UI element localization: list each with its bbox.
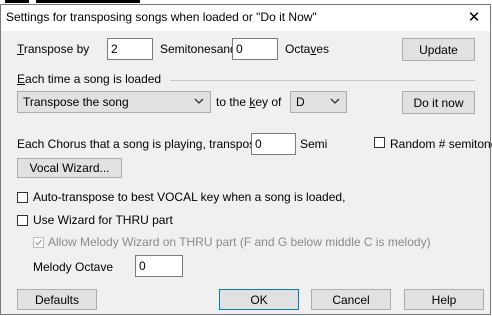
melody-octave-input[interactable] [135,255,183,277]
key-select[interactable]: D [290,91,347,113]
random-semitones-label: Random # semitones [390,137,492,151]
on-load-group-label: Each time a song is loaded [17,72,162,86]
melody-octave-label: Melody Octave [33,260,114,274]
auto-transpose-label: Auto-transpose to best VOCAL key when a … [33,190,346,204]
checkmark-icon [35,239,42,246]
chorus-transpose-label: Each Chorus that a song is playing, tran… [17,137,278,151]
strip-segment [36,0,140,3]
defaults-button[interactable]: Defaults [17,289,97,310]
chevron-down-icon [194,98,204,104]
strip-segment [5,0,29,3]
chorus-unit-label: Semi [300,137,328,151]
use-wizard-label: Use Wizard for THRU part [33,213,173,227]
load-action-value: Transpose the song [23,95,129,109]
cancel-button[interactable]: Cancel [311,289,391,310]
chorus-transpose-input[interactable] [251,133,296,155]
vocal-wizard-button[interactable]: Vocal Wizard... [17,158,122,178]
octaves-label: Octaves [285,42,330,56]
update-button[interactable]: Update [402,38,475,61]
semitones-label: Semitonesand [160,42,237,56]
to-key-label: to the key of [216,95,282,109]
transpose-semitones-input[interactable] [107,38,153,60]
close-icon[interactable]: ✕ [458,5,490,31]
allow-melody-label: Allow Melody Wizard on THRU part (F and … [48,235,431,249]
random-semitones-checkbox[interactable] [374,137,385,148]
key-value: D [296,95,305,109]
auto-transpose-checkbox[interactable] [17,192,28,203]
group-divider [170,80,475,81]
transpose-by-label: Transpose by [17,42,90,56]
do-it-now-button[interactable]: Do it now [402,91,475,114]
dialog-title: Settings for transposing songs when load… [6,10,317,24]
chevron-down-icon [330,98,340,104]
help-button[interactable]: Help [404,289,484,310]
use-wizard-checkbox[interactable] [17,215,28,226]
ok-button[interactable]: OK [219,289,299,310]
transpose-octaves-input[interactable] [232,38,278,60]
load-action-select[interactable]: Transpose the song [17,91,211,113]
allow-melody-checkbox[interactable] [33,237,44,248]
